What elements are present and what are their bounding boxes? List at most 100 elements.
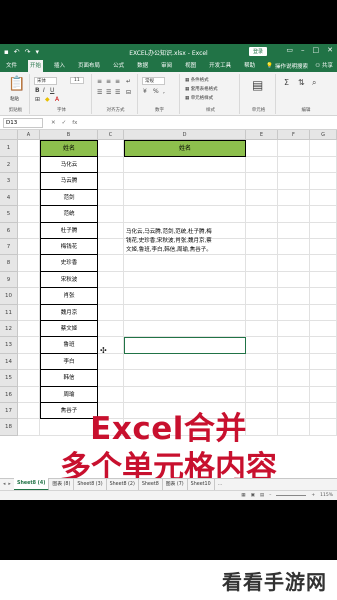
cell-a5[interactable] xyxy=(18,206,40,223)
cell-a15[interactable] xyxy=(18,370,40,387)
row-header-5[interactable]: 5 xyxy=(0,206,18,223)
font-name-select[interactable]: 宋体 xyxy=(34,77,57,85)
sheet-tab-5[interactable]: Sheet8 xyxy=(139,479,163,490)
tab-help[interactable]: 帮助 xyxy=(242,60,257,72)
cell-c2[interactable] xyxy=(98,157,124,174)
align-left-icon[interactable]: ☰ xyxy=(97,89,102,96)
cell-d5[interactable] xyxy=(124,206,246,223)
percent-icon[interactable]: % xyxy=(153,88,159,95)
italic-icon[interactable]: I xyxy=(43,87,45,94)
tab-data[interactable]: 数据 xyxy=(135,60,150,72)
row-header-16[interactable]: 16 xyxy=(0,386,18,403)
cell-g4[interactable] xyxy=(310,189,337,207)
cell-d4[interactable] xyxy=(124,189,246,207)
cell-c15[interactable] xyxy=(98,370,124,387)
cell-a14[interactable] xyxy=(18,353,40,371)
selected-cell-d13[interactable] xyxy=(124,337,246,354)
col-header-c[interactable]: C xyxy=(98,130,124,140)
name-cell[interactable]: 韩信 xyxy=(40,370,98,387)
find-select-icon[interactable]: ⌕ xyxy=(312,78,316,88)
currency-icon[interactable]: ¥ xyxy=(143,88,147,95)
cell-e6[interactable] xyxy=(246,222,278,239)
paste-label[interactable]: 粘贴 xyxy=(10,96,19,102)
cell-e12[interactable] xyxy=(246,321,278,338)
zoom-level[interactable]: 115% xyxy=(320,493,333,498)
align-middle-icon[interactable]: ≡ xyxy=(106,78,111,85)
cell-c16[interactable] xyxy=(98,386,124,403)
col-header-b[interactable]: B xyxy=(40,130,98,140)
cell-f15[interactable] xyxy=(278,370,310,387)
prev-sheet-icon[interactable]: ◂ xyxy=(3,482,5,487)
cancel-icon[interactable]: ✕ xyxy=(51,120,56,126)
sheet-tab-2[interactable]: 图表 (8) xyxy=(49,479,75,490)
cell-a8[interactable] xyxy=(18,255,40,272)
name-box[interactable]: D13 xyxy=(3,117,43,128)
cell-c4[interactable] xyxy=(98,189,124,207)
cell-g7[interactable] xyxy=(310,239,337,256)
borders-icon[interactable]: ⊞ xyxy=(35,96,40,103)
cell-c3[interactable] xyxy=(98,173,124,190)
name-cell[interactable]: 魏月京 xyxy=(40,304,98,321)
cell-e2[interactable] xyxy=(246,157,278,174)
cell-a4[interactable] xyxy=(18,189,40,207)
row-header-13[interactable]: 13 xyxy=(0,337,18,354)
cell-e9[interactable] xyxy=(246,271,278,289)
zoom-slider[interactable] xyxy=(276,495,307,496)
cell-e8[interactable] xyxy=(246,255,278,272)
cell-e16[interactable] xyxy=(246,386,278,403)
cell-e10[interactable] xyxy=(246,288,278,305)
format-as-table-button[interactable]: ▦ 套用表格格式 xyxy=(185,86,218,92)
cell-g16[interactable] xyxy=(310,386,337,403)
cell-f12[interactable] xyxy=(278,321,310,338)
name-cell[interactable]: 杜子腾 xyxy=(40,222,98,239)
cell-e15[interactable] xyxy=(246,370,278,387)
minimize-icon[interactable]: – xyxy=(301,46,305,54)
cell-g12[interactable] xyxy=(310,321,337,338)
name-cell[interactable]: 马化云 xyxy=(40,157,98,174)
cell-c11[interactable] xyxy=(98,304,124,321)
cell-f3[interactable] xyxy=(278,173,310,190)
cell-f16[interactable] xyxy=(278,386,310,403)
sheet-tab-7[interactable]: Sheet10 xyxy=(188,479,215,490)
cell-f1[interactable] xyxy=(278,140,310,157)
cell-a7[interactable] xyxy=(18,239,40,256)
cell-e14[interactable] xyxy=(246,353,278,371)
conditional-format-button[interactable]: ▦ 条件格式 xyxy=(185,77,209,83)
tab-developer[interactable]: 开发工具 xyxy=(207,60,233,72)
cell-g1[interactable] xyxy=(310,140,337,157)
cell-styles-button[interactable]: ▦ 单元格样式 xyxy=(185,95,213,101)
name-cell[interactable]: 李白 xyxy=(40,353,98,371)
cell-g14[interactable] xyxy=(310,353,337,371)
tab-file[interactable]: 文件 xyxy=(4,60,19,72)
row-header-14[interactable]: 14 xyxy=(0,353,18,371)
align-right-icon[interactable]: ☰ xyxy=(115,89,120,96)
cell-f2[interactable] xyxy=(278,157,310,174)
row-header-4[interactable]: 4 xyxy=(0,189,18,207)
align-bottom-icon[interactable]: ≡ xyxy=(115,78,120,85)
b-header-cell[interactable]: 姓名 xyxy=(40,140,98,157)
bold-icon[interactable]: B xyxy=(35,87,40,94)
sort-filter-icon[interactable]: ⇅ xyxy=(298,78,305,87)
cell-g8[interactable] xyxy=(310,255,337,272)
cells-icon[interactable]: ▤ xyxy=(252,78,263,92)
cell-f8[interactable] xyxy=(278,255,310,272)
col-header-a[interactable]: A xyxy=(18,130,40,140)
cell-d16[interactable] xyxy=(124,386,246,403)
cell-d15[interactable] xyxy=(124,370,246,387)
align-top-icon[interactable]: ≡ xyxy=(97,78,102,85)
share-button[interactable]: ⚇ 共享 xyxy=(315,60,333,72)
concat-result-cell[interactable]: 马化云,马云腾,范剑,范统,杜子腾,梅 钱花,史珍香,宋秋波,肖张,魏月京,蔡 … xyxy=(126,228,212,255)
zoom-in-icon[interactable]: + xyxy=(311,493,315,498)
font-color-icon[interactable]: A xyxy=(55,96,59,103)
cell-g6[interactable] xyxy=(310,222,337,239)
cell-d10[interactable] xyxy=(124,288,246,305)
underline-icon[interactable]: U xyxy=(50,87,54,94)
ribbon-display-icon[interactable]: ▭ xyxy=(286,46,293,54)
cell-f6[interactable] xyxy=(278,222,310,239)
cell-g5[interactable] xyxy=(310,206,337,223)
row-header-2[interactable]: 2 xyxy=(0,157,18,174)
cell-c6[interactable] xyxy=(98,222,124,239)
more-sheets-icon[interactable]: … xyxy=(215,482,223,487)
login-button[interactable]: 登录 xyxy=(248,47,267,56)
col-header-d[interactable]: D xyxy=(124,130,246,140)
